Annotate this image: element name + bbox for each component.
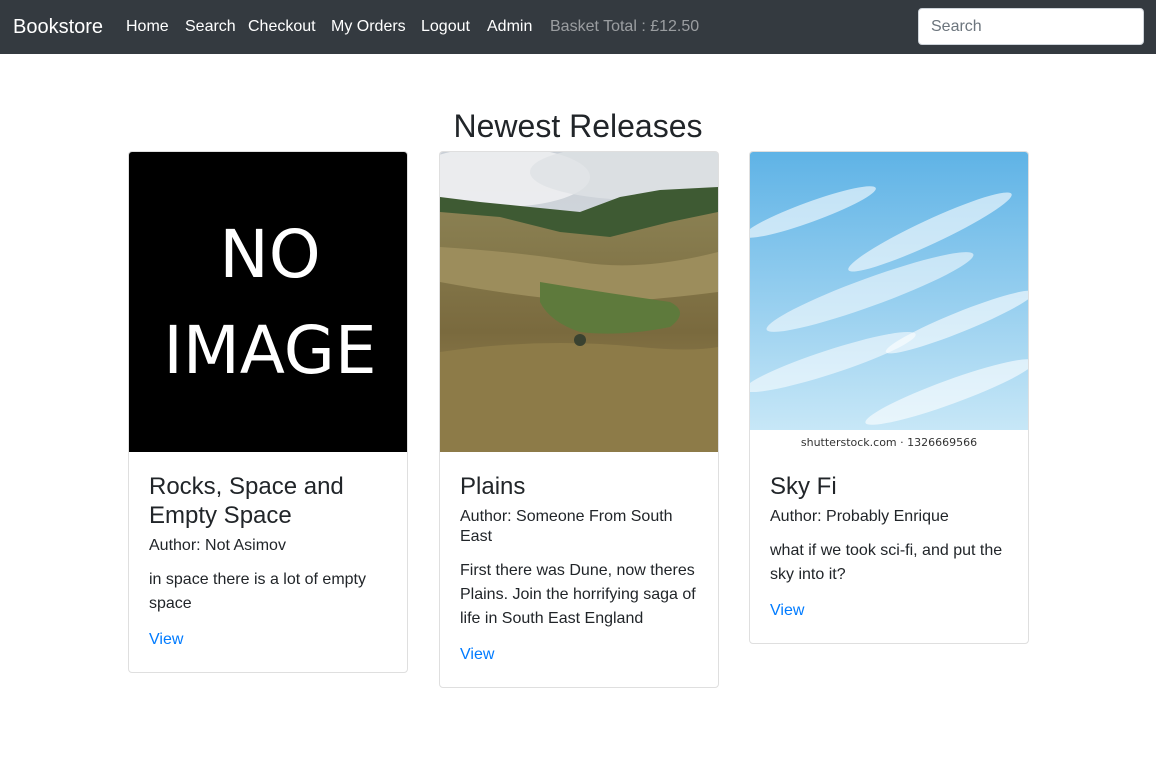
brand-link[interactable]: Bookstore bbox=[13, 15, 103, 39]
view-book-link[interactable]: View bbox=[460, 645, 698, 665]
book-description: what if we took sci-fi, and put the sky … bbox=[770, 542, 1003, 583]
image-watermark-caption: shutterstock.com · 1326669566 bbox=[801, 436, 977, 449]
nav-admin-link[interactable]: Admin bbox=[487, 17, 532, 37]
view-book-link[interactable]: View bbox=[149, 630, 387, 650]
book-card-plains: Plains Author: Someone From South East F… bbox=[439, 151, 719, 688]
basket-total: Basket Total : £12.50 bbox=[550, 18, 700, 35]
book-description: in space there is a lot of empty space bbox=[149, 571, 366, 612]
book-title: Plains bbox=[460, 473, 526, 500]
nav-home-link[interactable]: Home bbox=[126, 17, 169, 37]
book-author: Author: Probably Enrique bbox=[770, 508, 949, 525]
book-title: Sky Fi bbox=[770, 473, 837, 500]
book-author: Author: Not Asimov bbox=[149, 537, 286, 554]
no-image-text-line1: NO bbox=[219, 216, 320, 293]
nav-logout-link[interactable]: Logout bbox=[421, 17, 470, 37]
page-heading: Newest Releases bbox=[453, 108, 703, 144]
view-book-link[interactable]: View bbox=[770, 601, 1008, 621]
book-card-rocks-space: NO IMAGE Rocks, Space and Empty Space Au… bbox=[128, 151, 408, 673]
plains-landscape-image bbox=[440, 152, 718, 452]
sky-image: shutterstock.com · 1326669566 bbox=[750, 152, 1028, 452]
top-navbar: Bookstore Home Search Checkout My Orders… bbox=[0, 0, 1156, 54]
search-input[interactable] bbox=[918, 8, 1144, 45]
book-description: First there was Dune, now theres Plains.… bbox=[460, 562, 696, 627]
nav-my-orders-link[interactable]: My Orders bbox=[331, 17, 406, 37]
book-author: Author: Someone From South East bbox=[460, 508, 673, 545]
no-image-text-line2: IMAGE bbox=[163, 312, 376, 389]
book-title: Rocks, Space and Empty Space bbox=[149, 473, 344, 529]
nav-checkout-link[interactable]: Checkout bbox=[248, 17, 316, 37]
no-image-placeholder: NO IMAGE bbox=[129, 152, 407, 452]
book-card-sky-fi: shutterstock.com · 1326669566 Sky Fi Aut… bbox=[749, 151, 1029, 644]
nav-search-link[interactable]: Search bbox=[185, 17, 236, 37]
